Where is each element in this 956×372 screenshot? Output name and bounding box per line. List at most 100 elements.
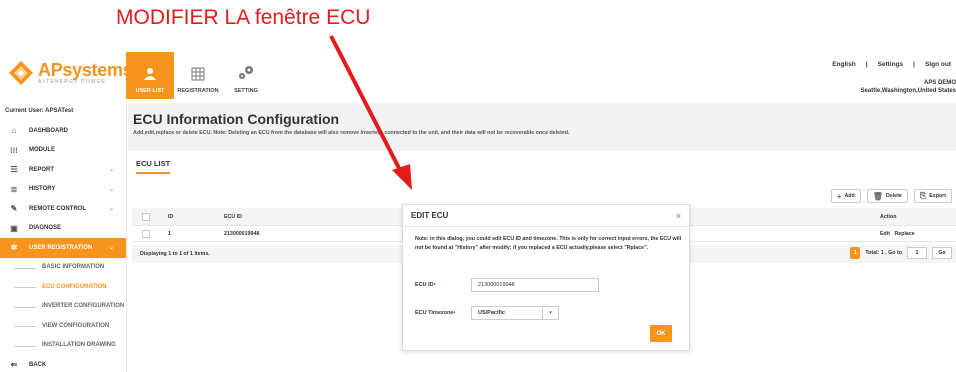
dialog-header: EDIT ECU × bbox=[403, 205, 689, 227]
dialog-note: Note: in this dialog, you could edit ECU… bbox=[415, 236, 682, 251]
grid-icon bbox=[191, 67, 205, 85]
separator: | bbox=[865, 61, 868, 68]
top-links: English | Settings | Sign out bbox=[827, 61, 956, 68]
column-header-ecu-id[interactable]: ECU ID bbox=[224, 214, 344, 220]
module-icon: ⁝⁝⁝ bbox=[10, 145, 18, 155]
sidebar-item-label: DIAGNOSE bbox=[29, 225, 62, 232]
edit-link[interactable]: Edit bbox=[880, 231, 890, 237]
tab-user-list[interactable]: USER LIST bbox=[126, 52, 174, 99]
cell-ecu-id: 213000019948 bbox=[224, 230, 260, 237]
total-text: Total: 1 , Go to bbox=[865, 250, 902, 256]
language-link[interactable]: English bbox=[832, 61, 855, 68]
signout-link[interactable]: Sign out bbox=[925, 61, 951, 68]
sidebar-item-report[interactable]: ☰ REPORT ⌄ bbox=[0, 160, 126, 180]
back-icon: ⇐ bbox=[10, 360, 18, 369]
select-all-checkbox[interactable] bbox=[142, 212, 150, 221]
sidebar-item-remote-control[interactable]: ✎ REMOTE CONTROL ⌄ bbox=[0, 199, 126, 219]
pager: 1 Total: 1 , Go to 1 Go bbox=[850, 247, 952, 259]
tab-registration[interactable]: REGISTRATION bbox=[174, 52, 222, 99]
chevron-down-icon: ⌄ bbox=[108, 206, 114, 213]
chevron-down-icon: ⌄ bbox=[108, 245, 114, 252]
gears-icon bbox=[237, 65, 255, 85]
dialog-title: EDIT ECU bbox=[411, 211, 449, 220]
sidebar: Current User: APSATest ⌂ DASHBOARD ⁝⁝⁝ M… bbox=[0, 103, 127, 372]
ecu-id-input[interactable] bbox=[471, 278, 599, 292]
sidebar-item-dashboard[interactable]: ⌂ DASHBOARD bbox=[0, 121, 126, 141]
diagnose-icon: ▣ bbox=[10, 223, 18, 233]
export-icon: ⎘ bbox=[919, 191, 927, 200]
chevron-down-icon: ⌄ bbox=[108, 186, 114, 193]
button-label: Export bbox=[929, 193, 946, 199]
add-button[interactable]: + Add bbox=[830, 189, 861, 203]
ok-button[interactable]: OK bbox=[650, 325, 672, 342]
sidebar-item-module[interactable]: ⁝⁝⁝ MODULE bbox=[0, 141, 126, 161]
page-title: ECU Information Configuration bbox=[133, 111, 340, 127]
tab-label: REGISTRATION bbox=[177, 88, 219, 94]
tab-label: SETTING bbox=[234, 88, 258, 94]
apsystems-logo-icon bbox=[9, 61, 33, 85]
user-info: APS DEMO Seattle,Washington,United State… bbox=[861, 79, 956, 95]
export-button[interactable]: ⎘ Export bbox=[913, 189, 952, 203]
label-text: ECU ID bbox=[415, 282, 434, 288]
trash-icon: 🗑 bbox=[872, 191, 883, 201]
tab-setting[interactable]: SETTING bbox=[222, 52, 270, 99]
required-mark: • bbox=[453, 310, 456, 316]
ecu-list-title: ECU LIST bbox=[136, 159, 171, 174]
sidebar-subitem-basic-information[interactable]: BASIC INFORMATION bbox=[0, 258, 126, 278]
timezone-value: US/Pacific bbox=[478, 310, 505, 316]
brand-name: APsystems bbox=[38, 60, 133, 80]
required-mark: • bbox=[433, 282, 436, 288]
timezone-label: ECU Timezone• bbox=[415, 310, 471, 316]
ecu-id-label: ECU ID• bbox=[415, 282, 471, 288]
main-nav: USER LIST REGISTRATION SETTING bbox=[126, 52, 270, 99]
sidebar-item-label: MODULE bbox=[29, 147, 55, 154]
goto-input[interactable]: 1 bbox=[907, 247, 927, 259]
chevron-down-icon: ▾ bbox=[542, 307, 558, 319]
go-button[interactable]: Go bbox=[932, 247, 952, 259]
tab-label: USER LIST bbox=[135, 88, 165, 94]
row-actions: Edit Replace bbox=[880, 231, 915, 237]
separator: | bbox=[913, 61, 915, 68]
row-checkbox[interactable] bbox=[142, 229, 150, 238]
column-header-id[interactable]: ID bbox=[168, 214, 224, 220]
sidebar-item-label: REPORT bbox=[29, 166, 55, 173]
timezone-select[interactable]: US/Pacific ▾ bbox=[471, 306, 559, 320]
page-number-button[interactable]: 1 bbox=[850, 247, 861, 259]
sidebar-item-diagnose[interactable]: ▣ DIAGNOSE bbox=[0, 219, 126, 239]
settings-link[interactable]: Settings bbox=[878, 61, 904, 68]
button-label: Delete bbox=[885, 193, 902, 199]
sidebar-item-user-registration[interactable]: ✲ USER REGISTRATION ⌄ bbox=[0, 238, 126, 258]
displaying-text: Displaying 1 to 1 of 1 items. bbox=[140, 251, 210, 257]
users-icon bbox=[142, 67, 158, 85]
list-toolbar: + Add 🗑 Delete ⎘ Export bbox=[830, 189, 952, 203]
annotation-title: MODIFIER LA fenêtre ECU bbox=[116, 6, 371, 29]
current-user: Current User: APSATest bbox=[5, 108, 74, 114]
sidebar-item-label: DASHBOARD bbox=[29, 127, 68, 134]
sidebar-subitem-ecu-configuration[interactable]: ECU CONFIGURATION bbox=[0, 277, 126, 297]
user-name: APS DEMO bbox=[923, 80, 956, 86]
edit-ecu-dialog: EDIT ECU × Note: in this dialog, you cou… bbox=[402, 204, 690, 351]
wrench-icon: ✎ bbox=[10, 204, 18, 214]
timezone-row: ECU Timezone• US/Pacific ▾ bbox=[415, 306, 559, 320]
sidebar-subitem-installation-drawing[interactable]: INSTALLATION DRAWING bbox=[0, 336, 126, 356]
sidebar-subitem-inverter-configuration[interactable]: INVERTER CONFIGURATION bbox=[0, 297, 126, 317]
sidebar-subitem-view-configuration[interactable]: VIEW CONFIGURATION bbox=[0, 316, 126, 336]
sidebar-item-label: HISTORY bbox=[29, 186, 56, 193]
ecu-id-row: ECU ID• bbox=[415, 278, 599, 292]
replace-link[interactable]: Replace bbox=[894, 231, 914, 237]
close-icon[interactable]: × bbox=[676, 211, 681, 221]
delete-button[interactable]: 🗑 Delete bbox=[866, 189, 908, 203]
history-icon: ≣ bbox=[10, 184, 18, 194]
chevron-down-icon: ⌄ bbox=[108, 167, 114, 174]
home-icon: ⌂ bbox=[11, 126, 17, 136]
cell-id: 1 bbox=[168, 230, 171, 237]
sidebar-item-back[interactable]: ⇐ BACK bbox=[0, 357, 127, 372]
sidebar-item-history[interactable]: ≣ HISTORY ⌄ bbox=[0, 180, 126, 200]
button-label: Add bbox=[844, 193, 855, 199]
sidebar-item-label: BACK bbox=[29, 361, 47, 368]
column-header-action: Action bbox=[880, 213, 897, 220]
sidebar-item-label: USER REGISTRATION bbox=[29, 244, 93, 251]
brand-logo[interactable]: APsystems ALTENERGY POWER bbox=[8, 60, 133, 86]
label-text: ECU Timezone bbox=[415, 310, 454, 316]
plus-icon: + bbox=[836, 191, 842, 201]
